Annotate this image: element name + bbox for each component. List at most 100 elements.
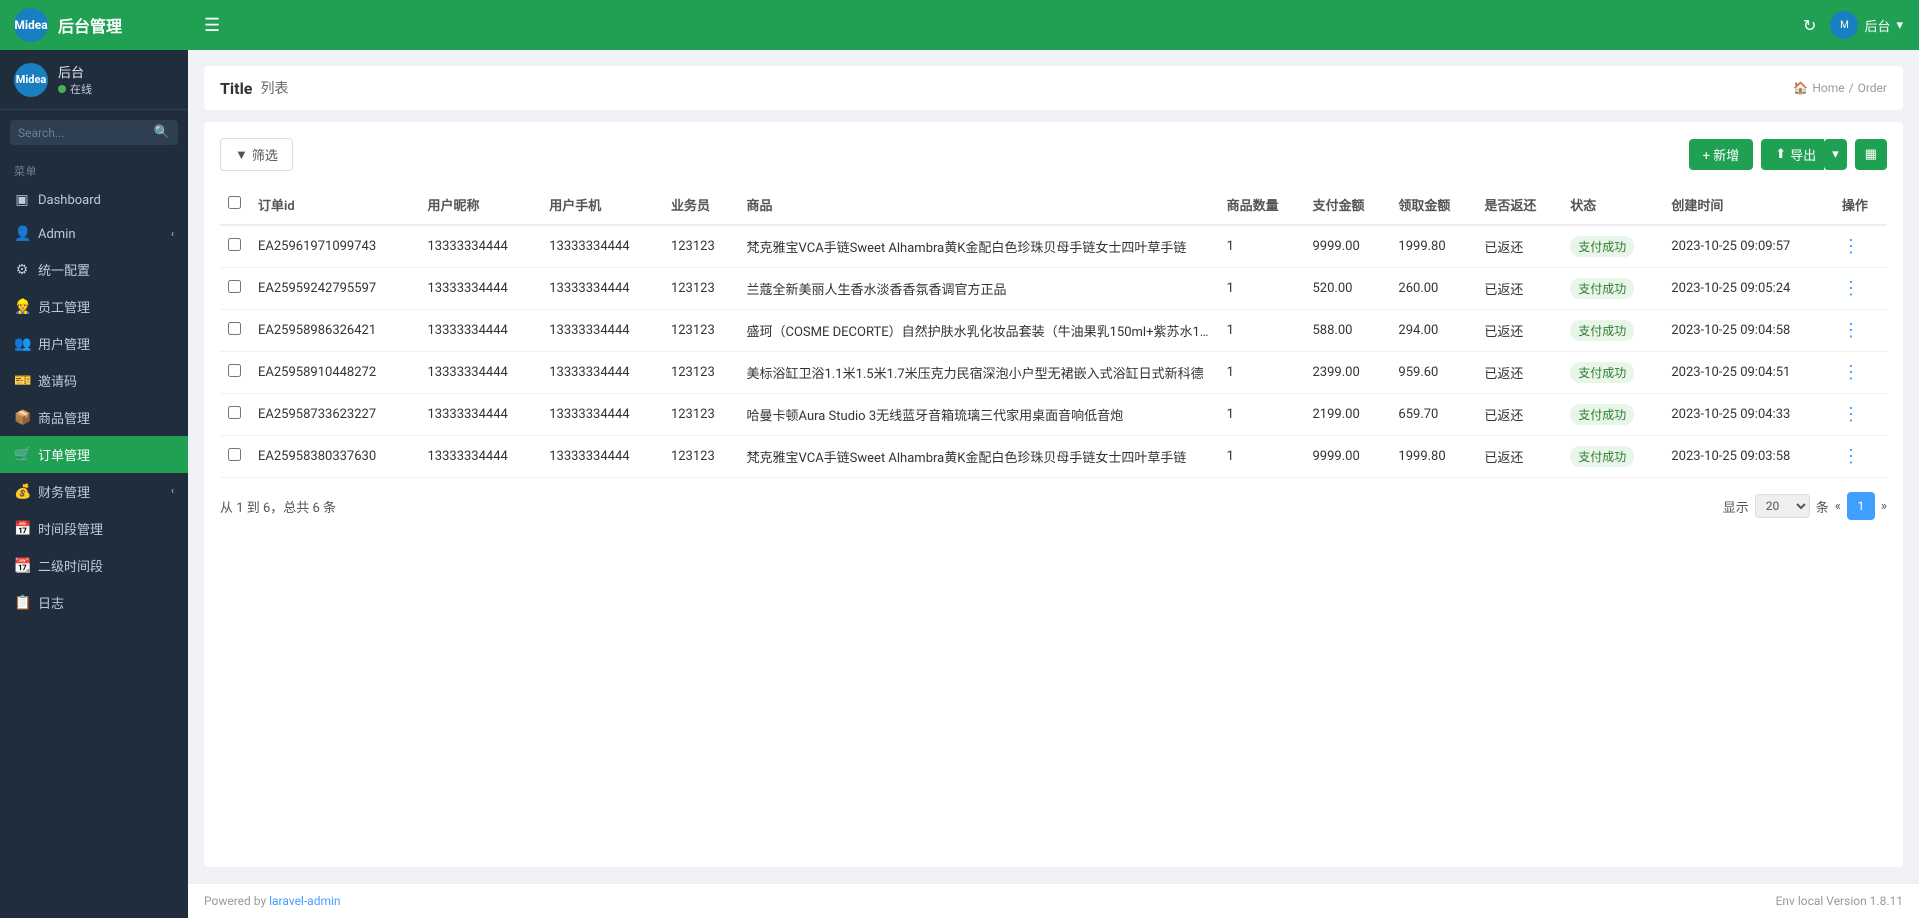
sidebar-item-users[interactable]: 👥 用户管理 <box>0 325 188 362</box>
status-badge: 支付成功 <box>1570 446 1634 467</box>
menu-label: 菜单 <box>0 155 188 183</box>
cell-nickname: 13333334444 <box>419 310 541 352</box>
nav-label-goods: 商品管理 <box>38 408 90 427</box>
cell-created: 2023-10-25 09:03:58 <box>1663 436 1834 478</box>
nav-icon-users: 👥 <box>14 336 30 352</box>
sidebar-item-staff[interactable]: 👷 员工管理 <box>0 288 188 325</box>
cell-action: ⋮ <box>1834 436 1887 478</box>
sidebar-item-timeslots[interactable]: 📅 时间段管理 <box>0 510 188 547</box>
cell-product: 盛珂（COSME DECORTE）自然护肤水乳化妆品套装（牛油果乳150ml+紫… <box>739 310 1219 352</box>
filter-button[interactable]: ▼ 筛选 <box>220 138 293 171</box>
page-size-select[interactable]: 102050100 <box>1755 494 1810 518</box>
row-checkbox[interactable] <box>228 238 241 251</box>
row-checkbox-cell <box>220 352 250 394</box>
cell-order-id: EA25958733623227 <box>250 394 419 436</box>
nav-icon-dashboard: ▣ <box>14 192 30 208</box>
nav-label-logs: 日志 <box>38 593 64 612</box>
export-button[interactable]: ⬆ 导出 <box>1761 139 1824 170</box>
cell-status: 支付成功 <box>1562 352 1663 394</box>
status-badge: 支付成功 <box>1570 320 1634 341</box>
select-all-checkbox[interactable] <box>228 196 241 209</box>
row-action-button[interactable]: ⋮ <box>1842 446 1860 467</box>
col-amount: 支付金额 <box>1304 185 1390 225</box>
nav-label-orders: 订单管理 <box>38 445 90 464</box>
powered-by-label: Powered by <box>204 894 269 908</box>
sidebar-item-secondary-time[interactable]: 📆 二级时间段 <box>0 547 188 584</box>
sidebar-item-admin[interactable]: 👤 Admin ‹ <box>0 217 188 251</box>
topbar-right: ↻ M 后台 ▾ <box>1803 11 1903 39</box>
table-header-row: 订单id 用户昵称 用户手机 业务员 商品 商品数量 支付金额 领取金额 是否返… <box>220 185 1887 225</box>
cell-phone: 13333334444 <box>541 394 663 436</box>
cell-receive: 1999.80 <box>1390 225 1476 268</box>
pagination-sep2: » <box>1881 499 1887 514</box>
nav-label-timeslots: 时间段管理 <box>38 519 103 538</box>
refresh-icon[interactable]: ↻ <box>1803 16 1816 35</box>
cell-agent: 123123 <box>663 352 739 394</box>
filter-label: 筛选 <box>252 145 278 164</box>
row-action-button[interactable]: ⋮ <box>1842 278 1860 299</box>
laravel-admin-link[interactable]: laravel-admin <box>269 894 340 908</box>
page-title-area: Title 列表 <box>220 78 288 98</box>
user-status: 在线 <box>58 81 92 97</box>
nav-icon-staff: 👷 <box>14 299 30 315</box>
row-action-button[interactable]: ⋮ <box>1842 404 1860 425</box>
topbar-user[interactable]: M 后台 ▾ <box>1830 11 1903 39</box>
nav-arrow-finance: ‹ <box>171 486 174 497</box>
pagination-summary: 从 1 到 6，总共 6 条 <box>220 497 336 516</box>
search-box[interactable]: 🔍 <box>10 120 178 145</box>
row-checkbox-cell <box>220 436 250 478</box>
row-checkbox-cell <box>220 268 250 310</box>
nav-icon-goods: 📦 <box>14 410 30 426</box>
page-title: Title <box>220 79 252 98</box>
breadcrumb-current: Order <box>1858 81 1887 95</box>
cell-returned: 已返还 <box>1476 268 1562 310</box>
row-checkbox[interactable] <box>228 322 241 335</box>
breadcrumb-home[interactable]: Home <box>1812 81 1844 95</box>
row-checkbox-cell <box>220 394 250 436</box>
status-badge: 支付成功 <box>1570 236 1634 257</box>
filter-icon: ▼ <box>235 147 248 163</box>
cell-qty: 1 <box>1219 268 1305 310</box>
cell-product: 兰蔻全新美丽人生香水淡香香氛香调官方正品 <box>739 268 1219 310</box>
search-input[interactable] <box>18 126 148 140</box>
row-checkbox[interactable] <box>228 448 241 461</box>
sidebar-logo: Midea <box>14 8 48 42</box>
cell-created: 2023-10-25 09:04:58 <box>1663 310 1834 352</box>
cell-agent: 123123 <box>663 310 739 352</box>
row-checkbox-cell <box>220 225 250 268</box>
sidebar-item-invite[interactable]: 🎫 邀请码 <box>0 362 188 399</box>
status-badge: 支付成功 <box>1570 278 1634 299</box>
col-phone: 用户手机 <box>541 185 663 225</box>
table-body: EA25961971099743 13333334444 13333334444… <box>220 225 1887 478</box>
sidebar-item-config[interactable]: ⚙ 统一配置 <box>0 251 188 288</box>
avatar: Midea <box>14 63 48 97</box>
cell-phone: 13333334444 <box>541 225 663 268</box>
export-caret-button[interactable]: ▾ <box>1824 139 1847 170</box>
cell-action: ⋮ <box>1834 352 1887 394</box>
row-action-button[interactable]: ⋮ <box>1842 362 1860 383</box>
cell-action: ⋮ <box>1834 268 1887 310</box>
columns-button[interactable]: ▦ <box>1855 139 1887 170</box>
orders-table: 订单id 用户昵称 用户手机 业务员 商品 商品数量 支付金额 领取金额 是否返… <box>220 185 1887 478</box>
col-order-id: 订单id <box>250 185 419 225</box>
status-badge: 支付成功 <box>1570 404 1634 425</box>
row-action-button[interactable]: ⋮ <box>1842 236 1860 257</box>
row-action-button[interactable]: ⋮ <box>1842 320 1860 341</box>
sidebar-item-dashboard[interactable]: ▣ Dashboard <box>0 183 188 217</box>
page-1-button[interactable]: 1 <box>1847 492 1875 520</box>
nav-icon-orders: 🛒 <box>14 447 30 463</box>
sidebar-item-finance[interactable]: 💰 财务管理 ‹ <box>0 473 188 510</box>
sidebar-item-goods[interactable]: 📦 商品管理 <box>0 399 188 436</box>
cell-created: 2023-10-25 09:04:33 <box>1663 394 1834 436</box>
sidebar-item-orders[interactable]: 🛒 订单管理 <box>0 436 188 473</box>
row-checkbox[interactable] <box>228 364 241 377</box>
cell-returned: 已返还 <box>1476 225 1562 268</box>
cell-amount: 588.00 <box>1304 310 1390 352</box>
sidebar-item-logs[interactable]: 📋 日志 <box>0 584 188 621</box>
table-row: EA25961971099743 13333334444 13333334444… <box>220 225 1887 268</box>
row-checkbox[interactable] <box>228 280 241 293</box>
row-checkbox[interactable] <box>228 406 241 419</box>
cell-qty: 1 <box>1219 352 1305 394</box>
new-button[interactable]: + 新增 <box>1689 139 1754 170</box>
menu-toggle-icon[interactable]: ☰ <box>204 15 220 36</box>
